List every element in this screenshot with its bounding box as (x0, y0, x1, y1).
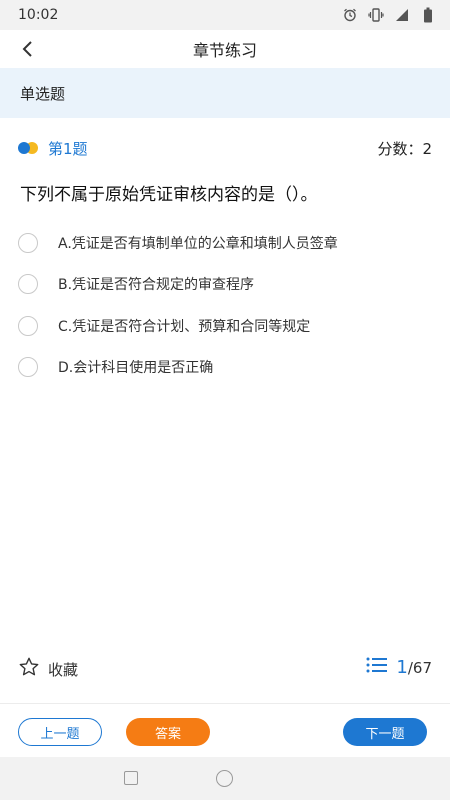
question-number: 第1题 (48, 139, 88, 158)
option-label: C.凭证是否符合计划、预算和合同等规定 (58, 318, 311, 335)
status-time: 10:02 (18, 7, 59, 23)
recent-apps-icon[interactable] (124, 771, 138, 785)
option-label: D.会计科目使用是否正确 (58, 360, 214, 377)
nav-bar: 章节练习 (0, 30, 450, 68)
option-c[interactable]: C.凭证是否符合计划、预算和合同等规定 (0, 305, 450, 347)
home-icon[interactable] (216, 770, 233, 787)
radio-button[interactable] (18, 357, 38, 378)
star-icon (18, 656, 40, 682)
radio-button[interactable] (18, 274, 38, 295)
options-list: A.凭证是否有填制单位的公章和填制人员签章 B.凭证是否符合规定的审查程序 C.… (0, 222, 450, 388)
back-arrow-icon[interactable] (14, 36, 40, 62)
progress-current: 1 (396, 656, 408, 678)
question-type-label: 单选题 (20, 84, 66, 103)
bottom-action-bar: 上一题 答案 下一题 (0, 703, 450, 757)
prev-question-button[interactable]: 上一题 (18, 718, 102, 746)
option-label: B.凭证是否符合规定的审查程序 (58, 277, 255, 294)
option-a[interactable]: A.凭证是否有填制单位的公章和填制人员签章 (0, 222, 450, 264)
battery-icon (420, 7, 436, 23)
alarm-icon (342, 7, 358, 23)
radio-button[interactable] (18, 315, 38, 336)
list-icon (366, 656, 388, 678)
question-header: 第1题 分数：2 (0, 132, 450, 164)
question-score: 分数：2 (377, 139, 432, 158)
favorite-button[interactable]: 收藏 (18, 656, 78, 682)
option-b[interactable]: B.凭证是否符合规定的审查程序 (0, 264, 450, 306)
progress-counter: 1/67 (396, 657, 432, 678)
answer-button[interactable]: 答案 (126, 718, 210, 746)
question-text: 下列不属于原始凭证审核内容的是（）。 (20, 185, 318, 205)
dots-icon (18, 142, 40, 154)
progress-total: /67 (407, 658, 432, 677)
question-type-bar: 单选题 (0, 68, 450, 118)
next-question-button[interactable]: 下一题 (343, 718, 427, 746)
vibrate-icon (368, 7, 384, 23)
option-label: A.凭证是否有填制单位的公章和填制人员签章 (58, 235, 338, 252)
option-d[interactable]: D.会计科目使用是否正确 (0, 347, 450, 389)
system-nav-bar (0, 757, 450, 800)
signal-icon (394, 7, 410, 23)
radio-button[interactable] (18, 232, 38, 253)
question-list-button[interactable]: 1/67 (366, 656, 432, 678)
status-icons (342, 7, 436, 23)
page-title: 章节练习 (192, 41, 257, 60)
favorite-label: 收藏 (48, 660, 79, 679)
status-bar: 10:02 (0, 0, 450, 30)
question-number-group: 第1题 (18, 138, 88, 159)
